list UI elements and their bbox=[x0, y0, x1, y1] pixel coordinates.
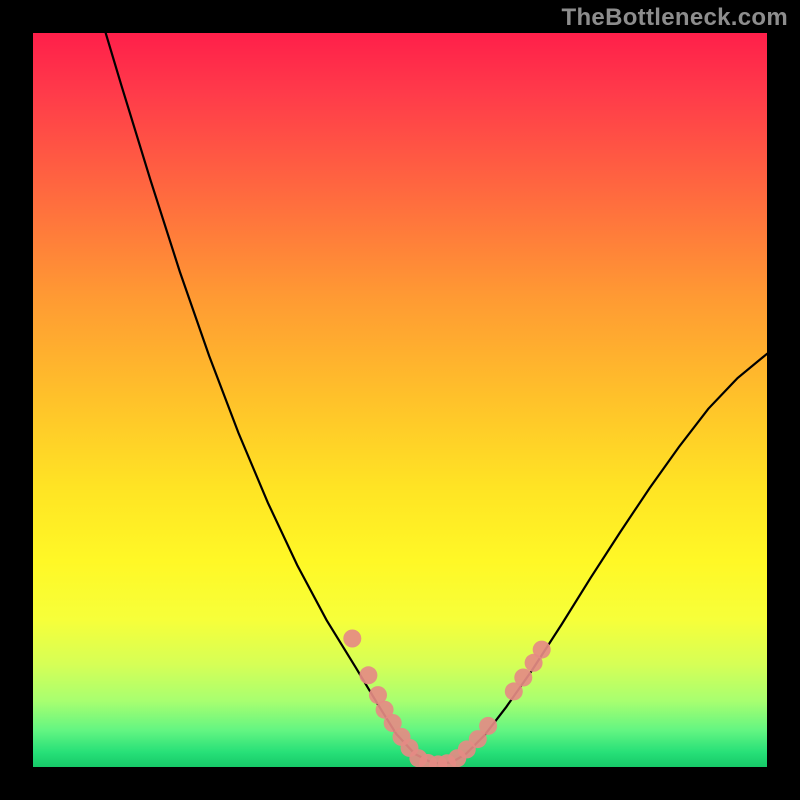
marker-layer bbox=[343, 630, 550, 768]
watermark-text: TheBottleneck.com bbox=[562, 4, 788, 32]
data-marker bbox=[514, 669, 532, 687]
data-marker bbox=[343, 630, 361, 648]
data-marker bbox=[479, 717, 497, 735]
data-marker bbox=[359, 666, 377, 684]
curve-layer bbox=[106, 33, 767, 763]
chart-svg bbox=[33, 33, 767, 767]
plot-area bbox=[33, 33, 767, 767]
chart-frame: TheBottleneck.com bbox=[0, 0, 800, 800]
bottleneck-curve bbox=[106, 33, 767, 763]
data-marker bbox=[533, 641, 551, 659]
